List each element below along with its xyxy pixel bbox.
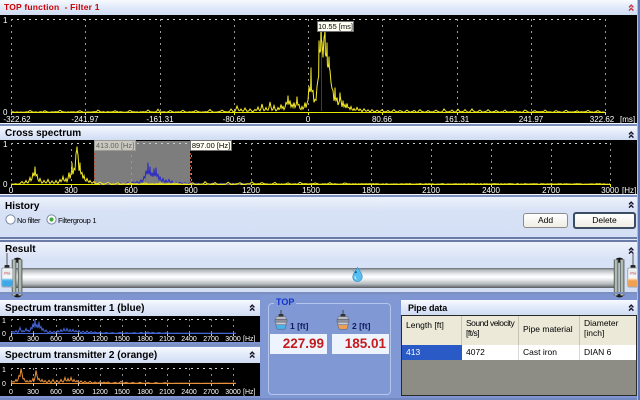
svg-text:0: 0 — [2, 331, 6, 338]
svg-text:600: 600 — [50, 336, 62, 342]
svg-text:Pro: Pro — [630, 272, 636, 276]
svg-text:[Hz]: [Hz] — [243, 389, 256, 396]
svg-text:-241.97: -241.97 — [71, 115, 99, 123]
svg-text:1: 1 — [2, 367, 6, 374]
svg-text:0: 0 — [9, 336, 13, 342]
svg-text:2700: 2700 — [203, 336, 219, 342]
svg-text:-322.62: -322.62 — [3, 115, 31, 123]
svg-text:0: 0 — [9, 186, 14, 194]
svg-text:1200: 1200 — [92, 336, 108, 342]
svg-text:600: 600 — [124, 186, 138, 194]
svg-text:300: 300 — [64, 186, 78, 194]
svg-text:0: 0 — [9, 389, 13, 396]
svg-text:1500: 1500 — [114, 389, 130, 396]
svg-text:600: 600 — [50, 389, 62, 396]
svg-text:241.97: 241.97 — [519, 115, 544, 123]
svg-text:-161.31: -161.31 — [146, 115, 174, 123]
svg-text:-80.66: -80.66 — [223, 115, 246, 123]
svg-text:1200: 1200 — [92, 389, 108, 396]
svg-text:3000: 3000 — [225, 336, 241, 342]
svg-text:3000: 3000 — [225, 389, 241, 396]
svg-text:2700: 2700 — [203, 389, 219, 396]
svg-text:0: 0 — [2, 381, 6, 388]
svg-text:900: 900 — [184, 186, 198, 194]
svg-text:0: 0 — [3, 180, 8, 189]
svg-text:300: 300 — [27, 389, 39, 396]
svg-text:161.31: 161.31 — [445, 115, 470, 123]
svg-text:2400: 2400 — [181, 389, 197, 396]
svg-text:1800: 1800 — [137, 389, 153, 396]
svg-text:1: 1 — [3, 140, 8, 149]
svg-text:1: 1 — [2, 318, 6, 325]
svg-text:3000: 3000 — [601, 186, 619, 194]
svg-text:[Hz]: [Hz] — [622, 186, 636, 194]
svg-text:2400: 2400 — [181, 336, 197, 342]
svg-text:322.62: 322.62 — [590, 115, 615, 123]
svg-text:Pro: Pro — [4, 272, 10, 276]
svg-text:2400: 2400 — [482, 186, 500, 194]
svg-text:2100: 2100 — [159, 336, 175, 342]
svg-text:[Hz]: [Hz] — [243, 336, 256, 342]
svg-text:2100: 2100 — [422, 186, 440, 194]
svg-text:1500: 1500 — [302, 186, 320, 194]
svg-text:300: 300 — [27, 336, 39, 342]
svg-text:0: 0 — [306, 115, 311, 123]
svg-text:1500: 1500 — [114, 336, 130, 342]
svg-text:1: 1 — [3, 16, 8, 25]
svg-text:[ms]: [ms] — [620, 115, 635, 123]
svg-text:1200: 1200 — [242, 186, 260, 194]
svg-text:900: 900 — [72, 336, 84, 342]
svg-text:2700: 2700 — [542, 186, 560, 194]
svg-text:1800: 1800 — [137, 336, 153, 342]
svg-text:80.66: 80.66 — [372, 115, 393, 123]
svg-text:900: 900 — [72, 389, 84, 396]
svg-text:1800: 1800 — [362, 186, 380, 194]
svg-text:2100: 2100 — [159, 389, 175, 396]
